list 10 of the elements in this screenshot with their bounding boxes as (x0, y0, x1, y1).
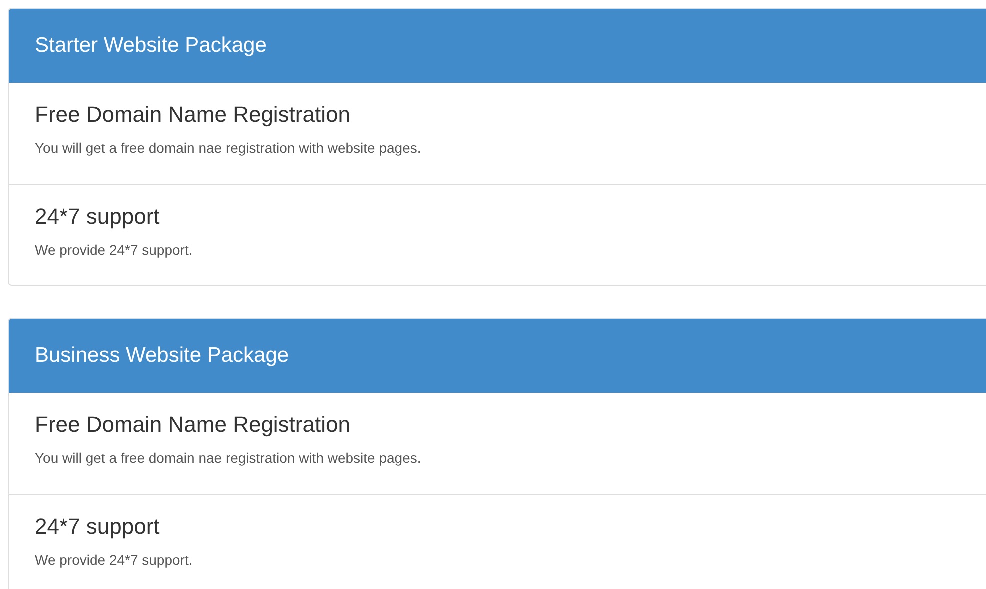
feature-description: We provide 24*7 support. (35, 241, 194, 259)
feature-description: You will get a free domain nae registration with website pages. (35, 449, 422, 467)
panel-title: Business Website Package (35, 343, 290, 370)
feature-description: We provide 24*7 support. (35, 551, 194, 569)
feature-title: 24*7 support (35, 513, 161, 541)
feature-description: You will get a free domain nae registration with website pages. (35, 139, 422, 157)
feature-title: Free Domain Name Registration (35, 101, 352, 129)
feature-title: 24*7 support (35, 203, 161, 231)
panel-title: Starter Website Package (35, 33, 267, 60)
feature-title: Free Domain Name Registration (35, 411, 352, 439)
